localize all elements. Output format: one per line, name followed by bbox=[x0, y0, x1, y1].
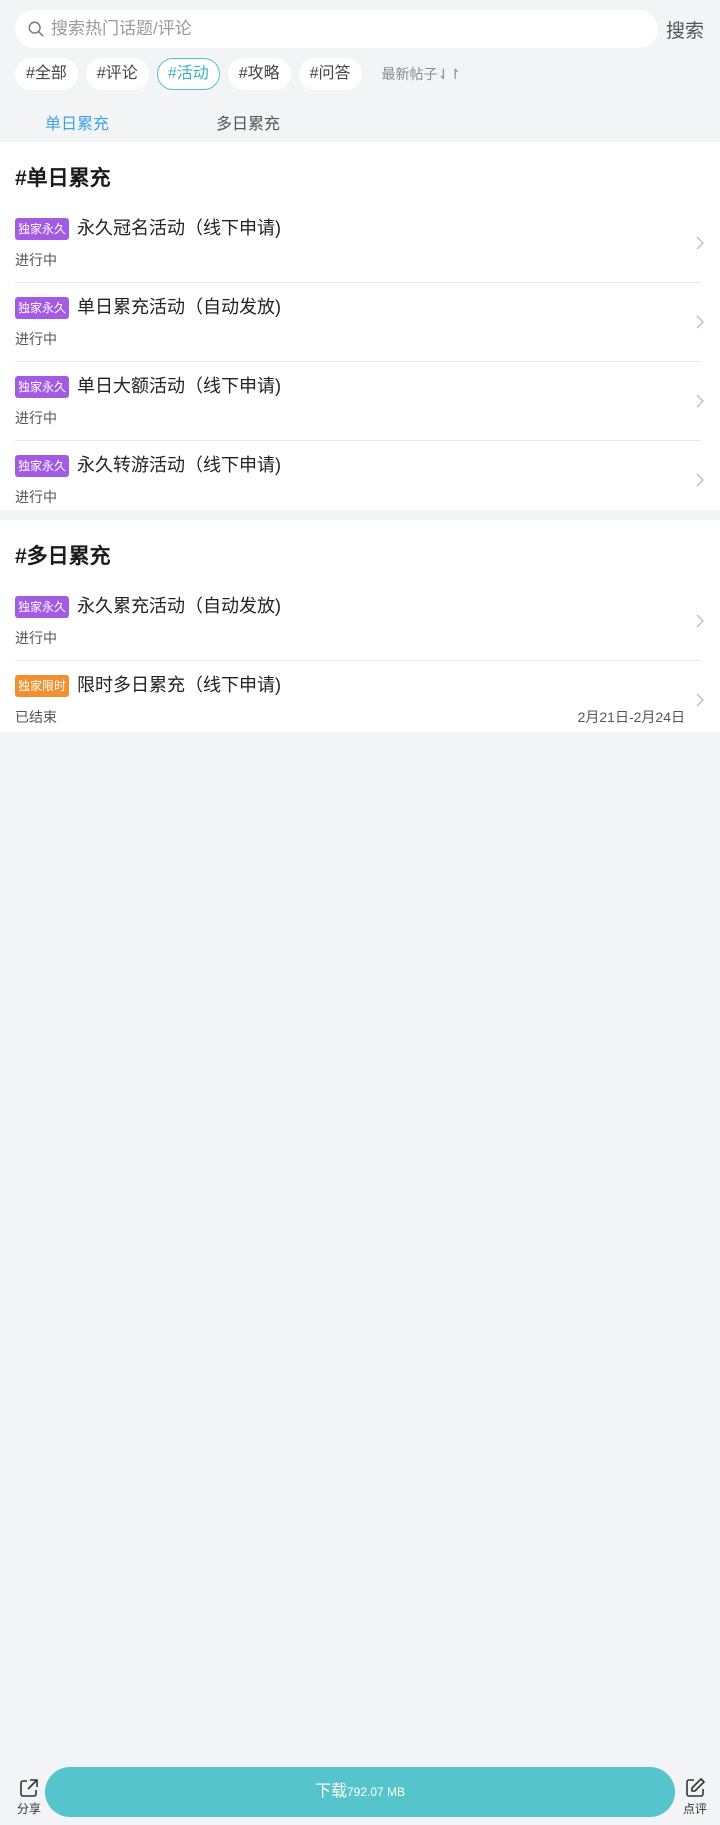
tab-multi-day[interactable]: 多日累充 bbox=[216, 110, 280, 134]
chevron-right-icon bbox=[696, 614, 704, 628]
item-status: 进行中 bbox=[15, 489, 57, 505]
badge: 独家永久 bbox=[15, 376, 70, 398]
badge: 独家永久 bbox=[15, 455, 70, 477]
item-date: 2月21日-2月24日 bbox=[577, 709, 685, 725]
chip-activities[interactable]: #活动 bbox=[156, 58, 220, 90]
badge: 独家永久 bbox=[15, 218, 70, 240]
sort-button[interactable]: 最新帖子⇃↾ bbox=[382, 64, 461, 84]
review-label: 点评 bbox=[682, 1802, 707, 1816]
share-icon bbox=[20, 1779, 38, 1797]
search-input[interactable] bbox=[51, 19, 611, 39]
item-title: 永久转游活动（线下申请) bbox=[77, 455, 281, 475]
chip-all[interactable]: #全部 bbox=[15, 58, 78, 90]
badge: 独家永久 bbox=[15, 596, 70, 618]
top-bar: 搜索 #全部 #评论 #活动 #攻略 #问答 最新帖子⇃↾ 单日累充 多日累充 bbox=[0, 0, 720, 142]
item-title: 永久冠名活动（线下申请) bbox=[77, 218, 281, 238]
list-item[interactable]: 独家永久 永久转游活动（线下申请) 进行中 bbox=[15, 441, 704, 520]
list-item[interactable]: 独家永久 单日大额活动（线下申请) 进行中 bbox=[15, 362, 704, 441]
chevron-right-icon bbox=[696, 693, 704, 707]
item-title: 限时多日累充（线下申请) bbox=[77, 675, 281, 695]
item-title: 单日大额活动（线下申请) bbox=[77, 376, 281, 396]
item-status: 进行中 bbox=[15, 630, 57, 646]
badge: 独家永久 bbox=[15, 297, 70, 319]
chevron-right-icon bbox=[696, 315, 704, 329]
download-button[interactable]: 下载792.07 MB bbox=[45, 1767, 675, 1817]
section-title: #多日累充 bbox=[15, 545, 111, 568]
download-size: 792.07 MB bbox=[346, 1785, 406, 1799]
badge: 独家限时 bbox=[15, 675, 70, 697]
list-item[interactable]: 独家永久 永久冠名活动（线下申请) 进行中 bbox=[15, 204, 704, 283]
list-item[interactable]: 独家限时 限时多日累充（线下申请) 已结束 2月21日-2月24日 bbox=[15, 661, 704, 740]
share-label: 分享 bbox=[16, 1802, 41, 1816]
chip-guides[interactable]: #攻略 bbox=[227, 58, 291, 90]
item-title: 单日累充活动（自动发放) bbox=[77, 297, 281, 317]
list-item[interactable]: 独家永久 永久累充活动（自动发放) 进行中 bbox=[15, 582, 704, 661]
section-single-day: #单日累充 独家永久 永久冠名活动（线下申请) 进行中 独家永久 单日累充活动（… bbox=[0, 142, 720, 510]
edit-icon bbox=[686, 1777, 706, 1797]
chip-comments[interactable]: #评论 bbox=[85, 58, 149, 90]
bottom-bar: 分享 下载792.07 MB 点评 bbox=[0, 1767, 720, 1825]
share-button[interactable]: 分享 bbox=[14, 1777, 44, 1817]
chevron-right-icon bbox=[696, 236, 704, 250]
list-item[interactable]: 独家永久 单日累充活动（自动发放) 进行中 bbox=[15, 283, 704, 362]
sort-label: 最新帖子 bbox=[381, 66, 438, 82]
chevron-right-icon bbox=[696, 473, 704, 487]
search-button[interactable]: 搜索 bbox=[666, 16, 704, 43]
sort-icon: ⇃↾ bbox=[437, 66, 461, 82]
item-status: 进行中 bbox=[15, 410, 57, 426]
section-title: #单日累充 bbox=[15, 167, 111, 190]
item-status: 进行中 bbox=[15, 331, 57, 347]
filter-chips: #全部 #评论 #活动 #攻略 #问答 最新帖子⇃↾ bbox=[15, 58, 461, 90]
chip-qa[interactable]: #问答 bbox=[298, 58, 362, 90]
search-icon bbox=[28, 21, 44, 37]
review-button[interactable]: 点评 bbox=[680, 1777, 710, 1817]
item-status: 进行中 bbox=[15, 252, 57, 268]
tab-single-day[interactable]: 单日累充 bbox=[45, 110, 109, 134]
chevron-right-icon bbox=[696, 394, 704, 408]
item-status: 已结束 bbox=[15, 709, 57, 725]
section-multi-day: #多日累充 独家永久 永久累充活动（自动发放) 进行中 独家限时 限时多日累充（… bbox=[0, 520, 720, 732]
item-title: 永久累充活动（自动发放) bbox=[77, 596, 281, 616]
download-label: 下载 bbox=[314, 1783, 347, 1800]
search-box[interactable] bbox=[15, 10, 658, 48]
sub-tabs: 单日累充 多日累充 bbox=[0, 108, 720, 142]
